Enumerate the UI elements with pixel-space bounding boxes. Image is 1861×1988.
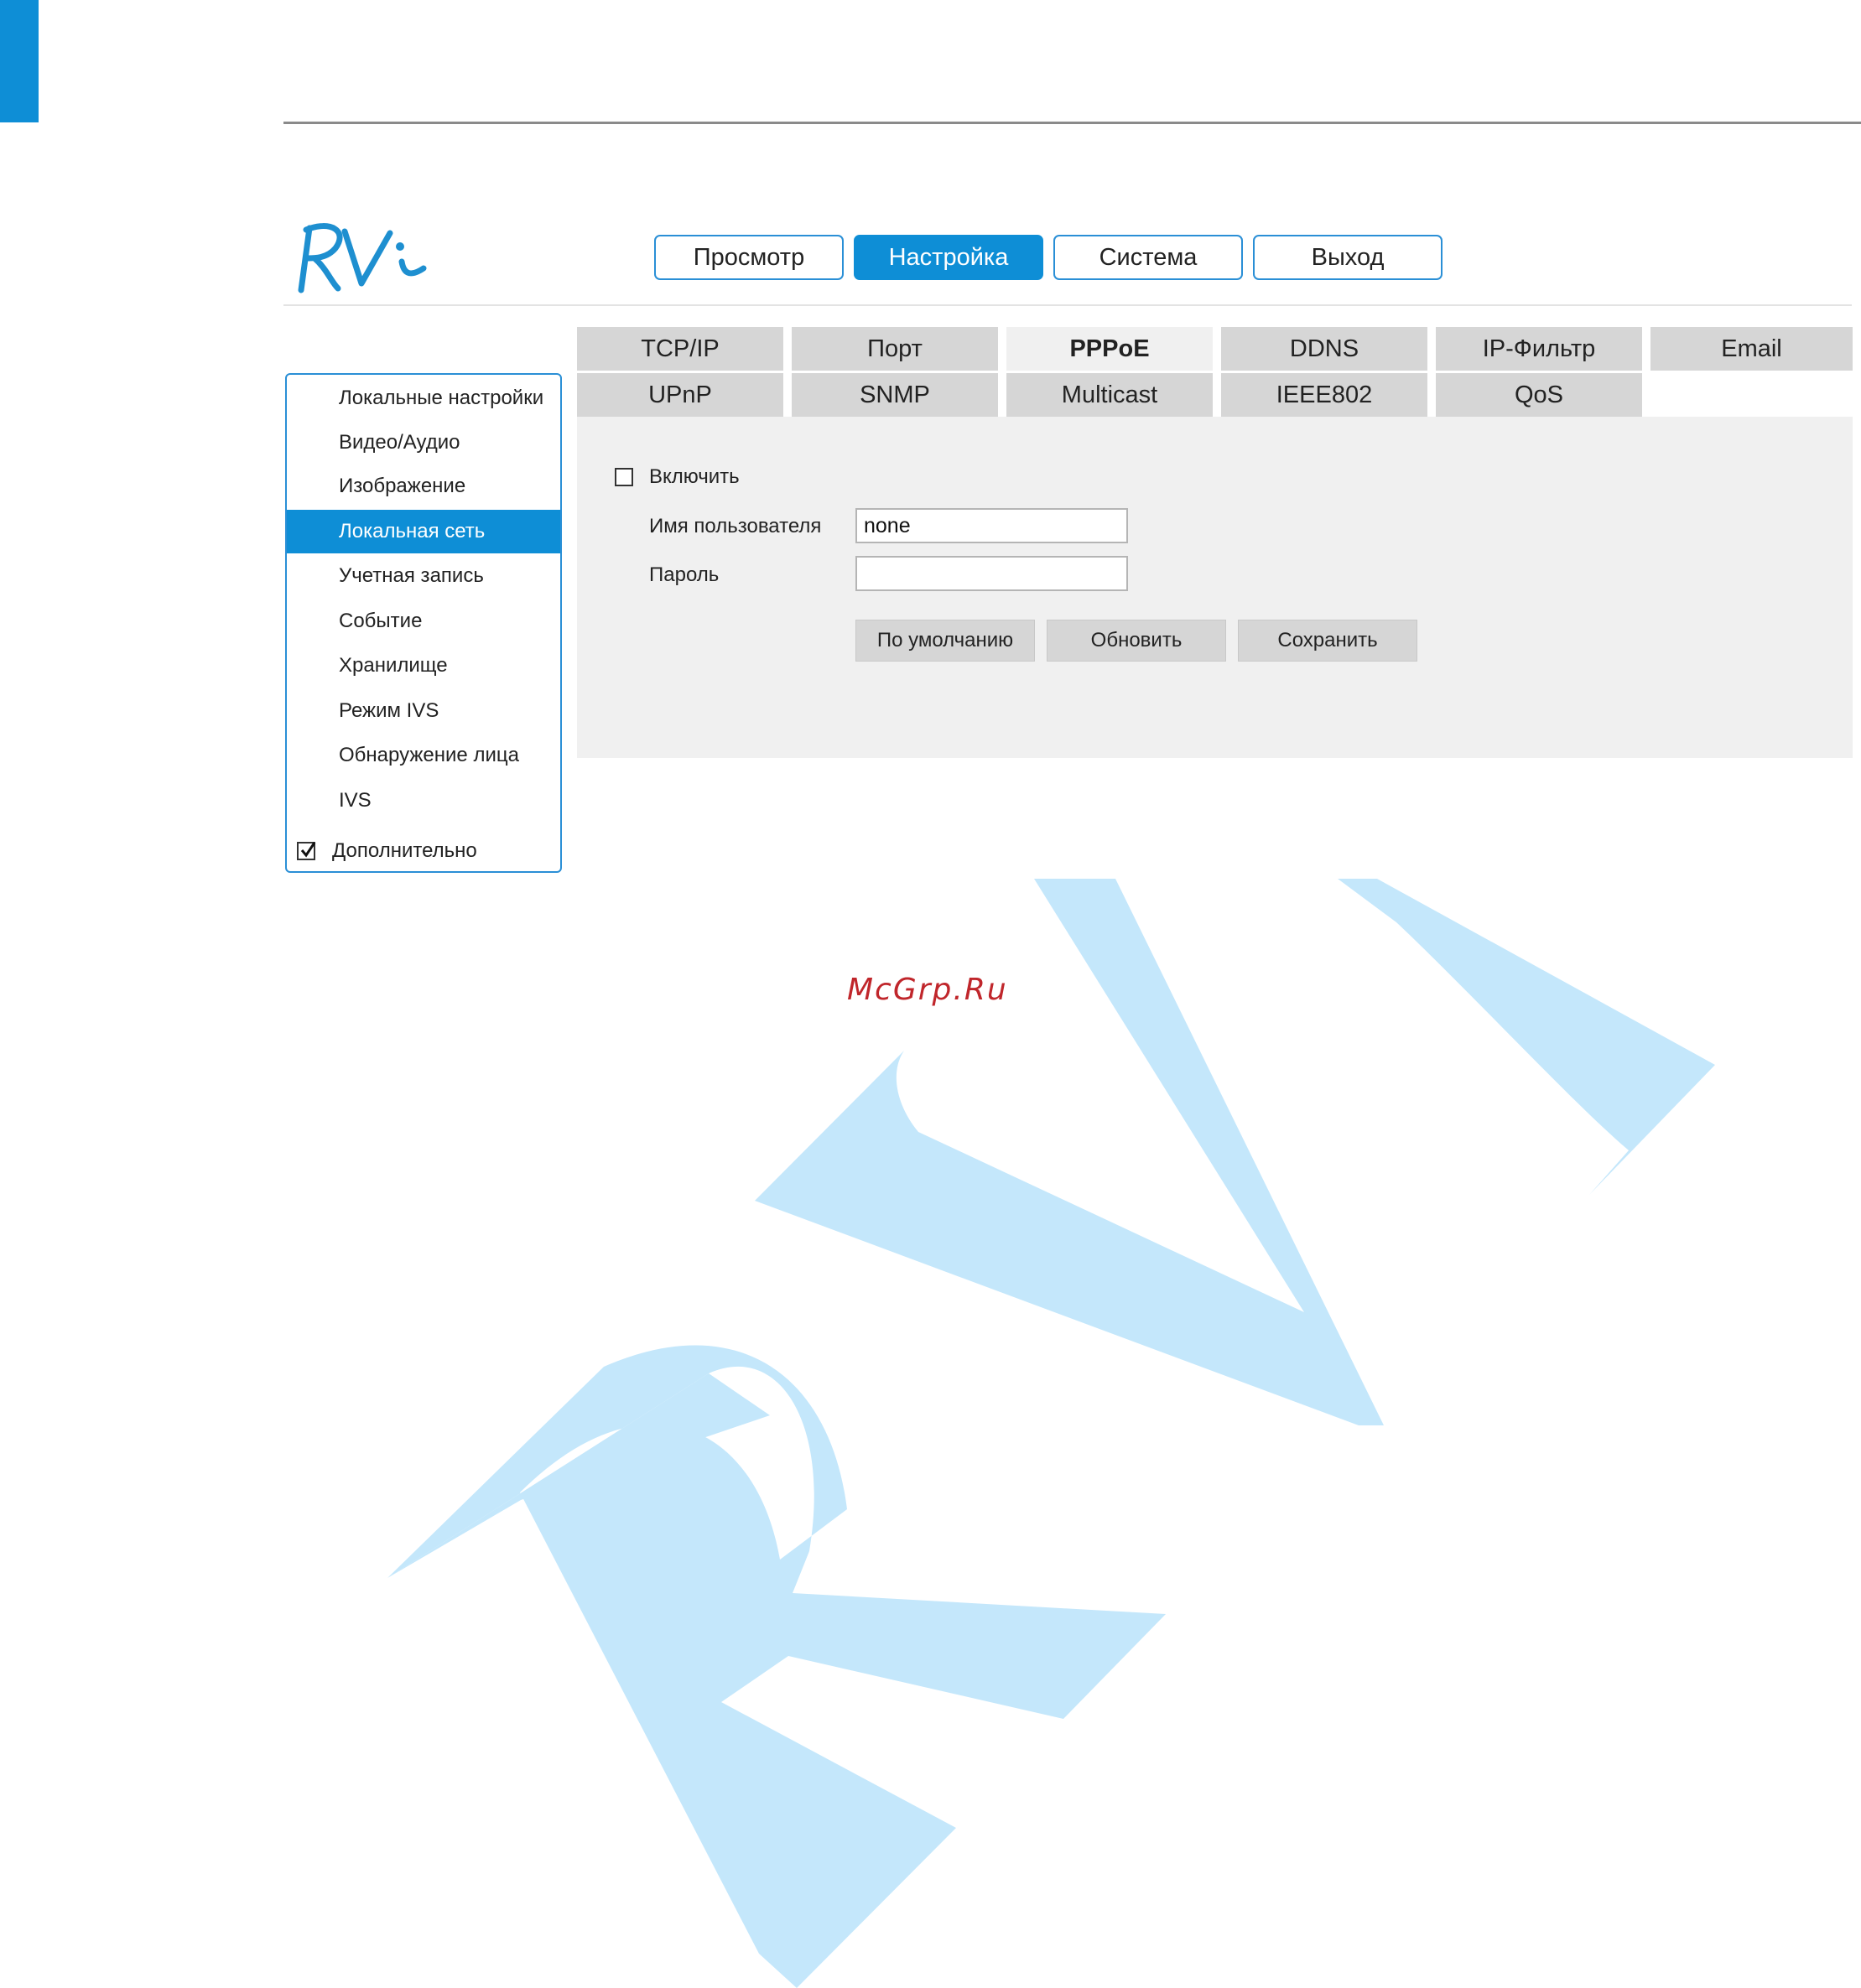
password-label: Пароль xyxy=(649,563,720,586)
username-label: Имя пользователя xyxy=(649,515,822,537)
rvi-logo-icon xyxy=(289,216,432,300)
tab-email[interactable]: Email xyxy=(1650,327,1853,371)
sidebar-item-image[interactable]: Изображение xyxy=(287,465,560,508)
checkmark-icon xyxy=(300,842,316,858)
enable-checkbox[interactable] xyxy=(615,468,633,486)
sidebar-item-advanced-label: Дополнительно xyxy=(332,839,477,862)
nav-logout-button[interactable]: Выход xyxy=(1253,235,1443,280)
tab-qos[interactable]: QoS xyxy=(1436,373,1642,417)
password-input[interactable] xyxy=(855,556,1128,591)
page-top-rule xyxy=(283,122,1861,124)
site-watermark-text: McGrp.Ru xyxy=(847,973,1008,1007)
sidebar-item-video-audio[interactable]: Видео/Аудио xyxy=(287,421,560,465)
advanced-checkbox[interactable] xyxy=(297,842,316,860)
tab-snmp[interactable]: SNMP xyxy=(792,373,998,417)
tab-upnp[interactable]: UPnP xyxy=(577,373,783,417)
save-button[interactable]: Сохранить xyxy=(1238,620,1417,662)
refresh-button[interactable]: Обновить xyxy=(1047,620,1226,662)
sidebar-item-network[interactable]: Локальная сеть xyxy=(287,510,560,553)
tab-multicast[interactable]: Multicast xyxy=(1006,373,1213,417)
tab-tcp-ip[interactable]: TCP/IP xyxy=(577,327,783,371)
tab-ip-filter[interactable]: IP-Фильтр xyxy=(1436,327,1642,371)
page-edge-accent-bar xyxy=(0,0,39,122)
sidebar-item-storage[interactable]: Хранилище xyxy=(287,644,560,688)
tab-ddns[interactable]: DDNS xyxy=(1221,327,1427,371)
default-button[interactable]: По умолчанию xyxy=(855,620,1035,662)
tab-port[interactable]: Порт xyxy=(792,327,998,371)
nav-settings-button[interactable]: Настройка xyxy=(854,235,1043,280)
tab-pppoe[interactable]: PPPoE xyxy=(1006,327,1213,371)
header-divider xyxy=(283,304,1852,306)
nav-system-button[interactable]: Система xyxy=(1053,235,1243,280)
nav-view-button[interactable]: Просмотр xyxy=(654,235,844,280)
sidebar-item-ivs-mode[interactable]: Режим IVS xyxy=(287,689,560,733)
pppoe-settings-panel xyxy=(577,417,1853,758)
enable-label: Включить xyxy=(649,465,740,488)
sidebar-item-local-settings[interactable]: Локальные настройки xyxy=(287,376,560,420)
tab-ieee802[interactable]: IEEE802 xyxy=(1221,373,1427,417)
sidebar-item-event[interactable]: Событие xyxy=(287,600,560,643)
sidebar-menu: Локальные настройки Видео/Аудио Изображе… xyxy=(285,373,562,873)
username-input[interactable] xyxy=(855,508,1128,543)
sidebar-item-account[interactable]: Учетная запись xyxy=(287,554,560,598)
sidebar-item-advanced[interactable]: Дополнительно xyxy=(287,829,560,873)
sidebar-item-face-detection[interactable]: Обнаружение лица xyxy=(287,734,560,777)
sidebar-item-ivs[interactable]: IVS xyxy=(287,779,560,823)
